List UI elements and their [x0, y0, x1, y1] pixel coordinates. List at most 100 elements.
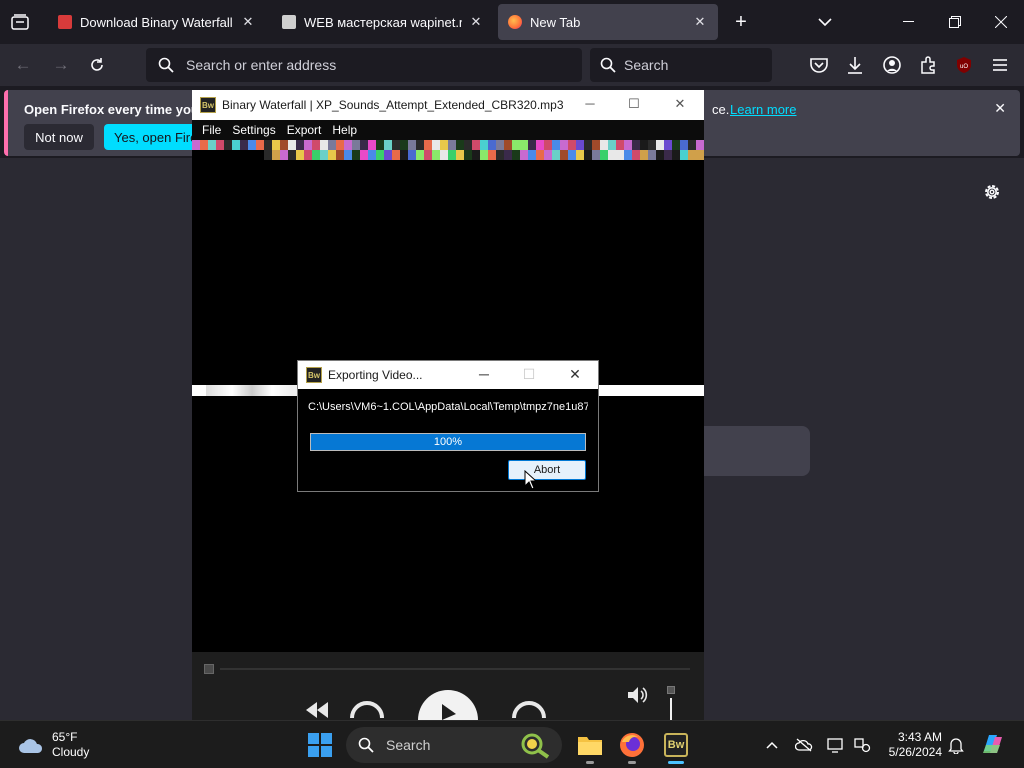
volume-icon[interactable]	[626, 686, 648, 707]
waterfall-pixel	[472, 140, 480, 150]
waterfall-pixel	[544, 150, 552, 160]
waterfall-pixel	[328, 150, 336, 160]
waterfall-pixel	[568, 140, 576, 150]
waterfall-pixel	[632, 140, 640, 150]
menu-hamburger-icon[interactable]	[989, 54, 1011, 76]
waterfall-pixel	[264, 140, 272, 150]
waterfall-pixel	[552, 140, 560, 150]
windows-start-icon[interactable]	[308, 733, 332, 757]
forward-5-icon[interactable]: 5	[506, 694, 552, 723]
play-icon[interactable]	[418, 688, 478, 750]
waterfall-pixel	[680, 150, 688, 160]
mouse-cursor-icon	[524, 469, 538, 490]
playback-controls: 5 5	[192, 652, 704, 750]
address-bar[interactable]: Search or enter address	[146, 48, 582, 82]
pocket-icon[interactable]	[808, 54, 830, 76]
waterfall-pixel	[272, 150, 280, 160]
abort-button[interactable]: Abort	[508, 460, 586, 480]
close-notification-icon[interactable]: ✕	[994, 100, 1006, 117]
search-bar[interactable]: Search	[590, 48, 772, 82]
waterfall-pixel	[528, 140, 536, 150]
new-tab-card[interactable]	[704, 426, 810, 476]
waterfall-pixel	[448, 140, 456, 150]
waterfall-pixel	[360, 150, 368, 160]
waterfall-pixel	[656, 150, 664, 160]
address-bar-placeholder: Search or enter address	[186, 57, 337, 73]
not-now-button[interactable]: Not now	[24, 124, 94, 150]
tab-wapinet[interactable]: WEB мастерская wapinet.ru - ✕	[272, 4, 494, 40]
onedrive-offline-icon[interactable]	[794, 735, 814, 755]
waterfall-pixel	[416, 140, 424, 150]
close-tab-icon[interactable]: ✕	[240, 14, 256, 30]
search-icon	[158, 57, 174, 73]
close-tab-icon[interactable]: ✕	[468, 14, 484, 30]
seek-slider-track[interactable]	[220, 668, 690, 670]
seek-slider-handle[interactable]	[204, 664, 214, 674]
downloads-icon[interactable]	[844, 54, 866, 76]
waterfall-pixel	[480, 150, 488, 160]
bw-window-title: Binary Waterfall | XP_Sounds_Attempt_Ext…	[222, 98, 564, 112]
close-tab-icon[interactable]: ✕	[692, 14, 708, 30]
waterfall-pixel	[392, 140, 400, 150]
taskbar-search-placeholder: Search	[386, 737, 431, 753]
binary-waterfall-taskbar-icon[interactable]: Bw	[660, 729, 692, 764]
minimize-icon[interactable]	[894, 8, 924, 36]
close-dialog-icon[interactable]: ✕	[565, 366, 585, 383]
extensions-icon[interactable]	[917, 54, 939, 76]
weather-temperature: 65°F	[52, 730, 78, 744]
tab-overview-icon[interactable]	[8, 10, 32, 34]
display-icon[interactable]	[826, 735, 846, 755]
waterfall-pixel	[344, 140, 352, 150]
firefox-taskbar-icon[interactable]	[616, 729, 648, 764]
tab-new-tab[interactable]: New Tab ✕	[498, 4, 718, 40]
copilot-icon[interactable]	[980, 731, 1006, 757]
learn-more-link[interactable]: Learn more	[730, 102, 796, 117]
file-explorer-icon[interactable]	[574, 729, 606, 764]
waterfall-pixel	[448, 150, 456, 160]
waterfall-pixel	[416, 150, 424, 160]
network-icon[interactable]	[852, 735, 872, 755]
rewind-5-icon[interactable]: 5	[344, 694, 390, 723]
list-all-tabs-chevron-icon[interactable]	[810, 8, 840, 36]
waterfall-pixel	[624, 150, 632, 160]
waterfall-pixel	[312, 150, 320, 160]
notifications-bell-icon[interactable]	[946, 735, 966, 755]
menu-settings[interactable]: Settings	[232, 123, 275, 137]
bw-title-bar[interactable]: Bw Binary Waterfall | XP_Sounds_Attempt_…	[192, 90, 704, 120]
waterfall-pixel	[672, 140, 680, 150]
waterfall-pixel	[688, 150, 696, 160]
new-tab-button[interactable]: +	[726, 8, 756, 36]
waterfall-pixel	[352, 150, 360, 160]
taskbar-clock[interactable]: 3:43 AM 5/26/2024	[884, 730, 942, 760]
account-icon[interactable]	[881, 54, 903, 76]
ublock-origin-icon[interactable]: uO	[953, 54, 975, 76]
weather-widget[interactable]: 65°F Cloudy	[18, 730, 89, 760]
waterfall-pixel	[392, 150, 400, 160]
volume-slider[interactable]	[666, 686, 676, 720]
waterfall-pixel	[496, 140, 504, 150]
maximize-icon[interactable]: ☐	[624, 96, 644, 112]
show-hidden-icons-chevron-icon[interactable]	[762, 735, 782, 755]
running-indicator	[628, 761, 636, 764]
close-window-icon[interactable]: ✕	[670, 96, 690, 112]
menu-export[interactable]: Export	[287, 123, 322, 137]
dialog-title-bar[interactable]: Bw Exporting Video... ─ ☐ ✕	[298, 361, 598, 389]
forward-arrow-icon[interactable]: →	[48, 53, 74, 77]
waterfall-pixel	[304, 150, 312, 160]
reload-icon[interactable]	[84, 53, 110, 77]
back-arrow-icon[interactable]: ←	[10, 53, 36, 77]
waterfall-pixel	[608, 150, 616, 160]
minimize-icon[interactable]: ─	[580, 96, 600, 111]
gear-icon[interactable]	[982, 182, 1002, 202]
restore-icon[interactable]	[940, 8, 970, 36]
taskbar-search-box[interactable]: Search	[346, 727, 562, 763]
tab-download-binary-waterfall[interactable]: Download Binary Waterfall (Wi ✕	[48, 4, 266, 40]
waterfall-pixel	[664, 150, 672, 160]
menu-help[interactable]: Help	[332, 123, 357, 137]
yes-open-firefox-button[interactable]: Yes, open Firefox	[104, 124, 200, 150]
menu-file[interactable]: File	[202, 123, 221, 137]
search-highlight-icon	[521, 733, 550, 759]
close-window-icon[interactable]	[986, 8, 1016, 36]
minimize-icon[interactable]: ─	[474, 366, 494, 382]
binary-waterfall-favicon-icon	[58, 15, 72, 29]
